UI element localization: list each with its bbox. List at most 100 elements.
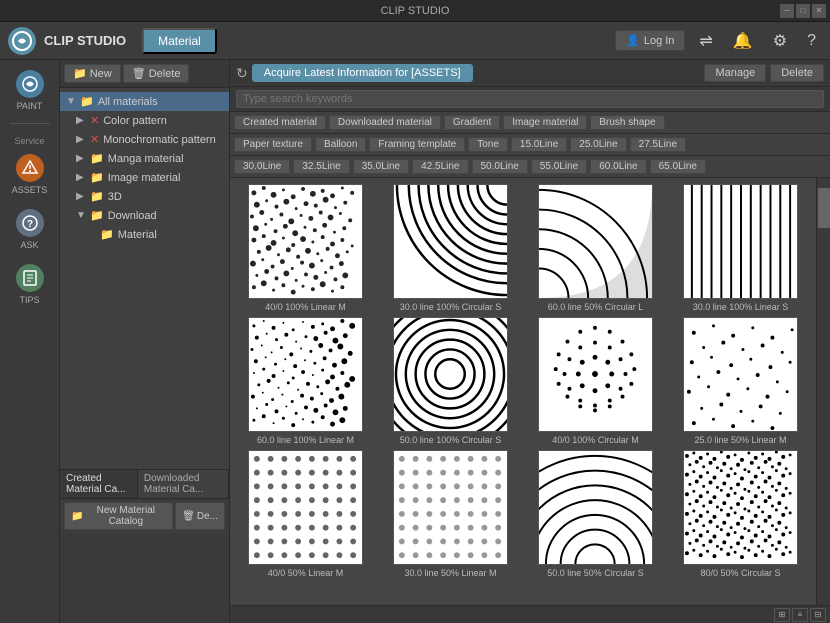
- grid-item-9[interactable]: 30.0 line 50% Linear M: [381, 450, 520, 579]
- tree-item-download[interactable]: ▼ 📁 Download: [60, 206, 229, 225]
- assets-label: ASSETS: [12, 185, 48, 195]
- grid-item-5[interactable]: 50.0 line 100% Circular S: [381, 317, 520, 446]
- filter-65line[interactable]: 65.0Line: [650, 159, 706, 174]
- delete-icon: 🗑: [132, 67, 146, 80]
- maximize-button[interactable]: □: [796, 4, 810, 18]
- filter-paper[interactable]: Paper texture: [234, 137, 312, 152]
- window-controls: ─ □ ✕: [780, 4, 826, 18]
- folder-icon: 📁: [90, 209, 104, 222]
- filter-60line[interactable]: 60.0Line: [590, 159, 646, 174]
- content-delete-button[interactable]: Delete: [770, 64, 824, 82]
- delete-button[interactable]: 🗑 Delete: [123, 64, 190, 83]
- filter-balloon[interactable]: Balloon: [315, 137, 366, 152]
- material-thumbnail-0: /* random dots */: [248, 184, 363, 299]
- grid-item-3[interactable]: 30.0 line 100% Linear S: [671, 184, 810, 313]
- grid-view-button[interactable]: ⊞: [774, 608, 790, 622]
- material-label-1: 30.0 line 100% Circular S: [400, 302, 502, 313]
- list-view-button[interactable]: ≡: [792, 608, 808, 622]
- grid-item-6[interactable]: 40/0 100% Circular M: [526, 317, 665, 446]
- manage-button[interactable]: Manage: [704, 64, 766, 82]
- person-icon: 👤: [626, 34, 640, 47]
- tune-icon[interactable]: ⇌: [693, 31, 718, 51]
- filter-framing[interactable]: Framing template: [369, 137, 465, 152]
- new-catalog-button[interactable]: 📁 New Material Catalog: [64, 502, 173, 530]
- material-thumbnail-11: [683, 450, 798, 565]
- grid-item-10[interactable]: 50.0 line 50% Circular S: [526, 450, 665, 579]
- sidebar-item-ask[interactable]: ? ASK: [3, 203, 57, 256]
- folder-icon: 📁: [90, 152, 104, 165]
- filter-image[interactable]: Image material: [503, 115, 587, 130]
- bell-icon[interactable]: 🔔: [727, 31, 759, 51]
- close-button[interactable]: ✕: [812, 4, 826, 18]
- acquire-assets-button[interactable]: Acquire Latest Information for [ASSETS]: [252, 64, 473, 82]
- gear-icon[interactable]: ⚙: [767, 31, 793, 51]
- cross-icon: ✕: [90, 133, 99, 146]
- app-name-label: CLIP STUDIO: [44, 33, 126, 48]
- filter-bar-row2: Paper texture Balloon Framing template T…: [230, 134, 830, 156]
- arrow-icon: ▶: [76, 172, 86, 183]
- help-icon[interactable]: ?: [801, 32, 822, 50]
- tree-item-3d[interactable]: ▶ 📁 3D: [60, 187, 229, 206]
- new-button[interactable]: 📁 New: [64, 64, 121, 83]
- sidebar-item-tips[interactable]: TIPS: [3, 258, 57, 311]
- filter-425line[interactable]: 42.5Line: [412, 159, 468, 174]
- filter-35line[interactable]: 35.0Line: [353, 159, 409, 174]
- grid-item-2[interactable]: 60.0 line 50% Circular L: [526, 184, 665, 313]
- filter-25line[interactable]: 25.0Line: [570, 137, 626, 152]
- refresh-button[interactable]: ↻: [236, 65, 248, 82]
- scrollbar-thumb[interactable]: [818, 188, 830, 228]
- material-label-5: 50.0 line 100% Circular S: [400, 435, 502, 446]
- tree-item-monochromatic[interactable]: ▶ ✕ Monochromatic pattern: [60, 130, 229, 149]
- filter-55line[interactable]: 55.0Line: [531, 159, 587, 174]
- filter-gradient[interactable]: Gradient: [444, 115, 500, 130]
- material-tab[interactable]: Material: [142, 28, 217, 54]
- filter-brush[interactable]: Brush shape: [590, 115, 664, 130]
- tree-item-all-materials[interactable]: ▼ 📁 All materials: [60, 92, 229, 111]
- grid-row-3: 40/0 50% Linear M: [236, 450, 810, 579]
- tree-item-manga[interactable]: ▶ 📁 Manga material: [60, 149, 229, 168]
- filter-created[interactable]: Created material: [234, 115, 326, 130]
- filter-downloaded[interactable]: Downloaded material: [329, 115, 441, 130]
- grid-item-11[interactable]: 80/0 50% Circular S: [671, 450, 810, 579]
- material-thumbnail-5: [393, 317, 508, 432]
- sidebar-divider: [10, 123, 50, 124]
- filter-50line[interactable]: 50.0Line: [472, 159, 528, 174]
- search-input[interactable]: [236, 90, 824, 108]
- tree-item-material[interactable]: 📁 Material: [60, 225, 229, 244]
- sidebar-item-assets[interactable]: ASSETS: [3, 148, 57, 201]
- login-button[interactable]: 👤 Log In: [615, 30, 685, 51]
- grid-item-1[interactable]: 30.0 line 100% Circular S: [381, 184, 520, 313]
- tree-item-color-pattern[interactable]: ▶ ✕ Color pattern: [60, 111, 229, 130]
- arrow-icon: ▼: [76, 210, 86, 221]
- detail-view-button[interactable]: ⊟: [810, 608, 826, 622]
- assets-icon: [16, 154, 44, 182]
- material-grid: /* random dots */: [230, 178, 816, 605]
- grid-item-7[interactable]: 25.0 line 50% Linear M: [671, 317, 810, 446]
- folder-icon: 📁: [90, 171, 104, 184]
- delete-catalog-button[interactable]: 🗑 De...: [175, 502, 225, 530]
- material-thumbnail-10: [538, 450, 653, 565]
- filter-325line[interactable]: 32.5Line: [293, 159, 349, 174]
- catalog-tabs: Created Material Ca... Downloaded Materi…: [60, 470, 229, 499]
- filetree-toolbar: 📁 New 🗑 Delete: [60, 60, 229, 88]
- sidebar-item-paint[interactable]: PAINT: [3, 64, 57, 117]
- catalog-content: [60, 533, 229, 623]
- grid-item-8[interactable]: 40/0 50% Linear M: [236, 450, 375, 579]
- filter-30line[interactable]: 30.0Line: [234, 159, 290, 174]
- minimize-button[interactable]: ─: [780, 4, 794, 18]
- material-label-4: 60.0 line 100% Linear M: [257, 435, 354, 446]
- top-navbar: CLIP STUDIO Material 👤 Log In ⇌ 🔔 ⚙ ?: [0, 22, 830, 60]
- grid-item-0[interactable]: /* random dots */: [236, 184, 375, 313]
- created-catalog-tab[interactable]: Created Material Ca...: [60, 470, 138, 498]
- material-thumbnail-1: [393, 184, 508, 299]
- file-tree-panel: 📁 New 🗑 Delete ▼ 📁 All materials ▶ ✕ Col…: [60, 60, 230, 623]
- filter-275line[interactable]: 27.5Line: [630, 137, 686, 152]
- tree-item-image[interactable]: ▶ 📁 Image material: [60, 168, 229, 187]
- grid-item-4[interactable]: 60.0 line 100% Linear M: [236, 317, 375, 446]
- downloaded-catalog-tab[interactable]: Downloaded Material Ca...: [138, 470, 229, 498]
- material-label-9: 30.0 line 50% Linear M: [404, 568, 496, 579]
- filter-tone[interactable]: Tone: [468, 137, 508, 152]
- scrollbar-track[interactable]: [816, 178, 830, 605]
- filter-15line[interactable]: 15.0Line: [511, 137, 567, 152]
- material-label-7: 25.0 line 50% Linear M: [694, 435, 786, 446]
